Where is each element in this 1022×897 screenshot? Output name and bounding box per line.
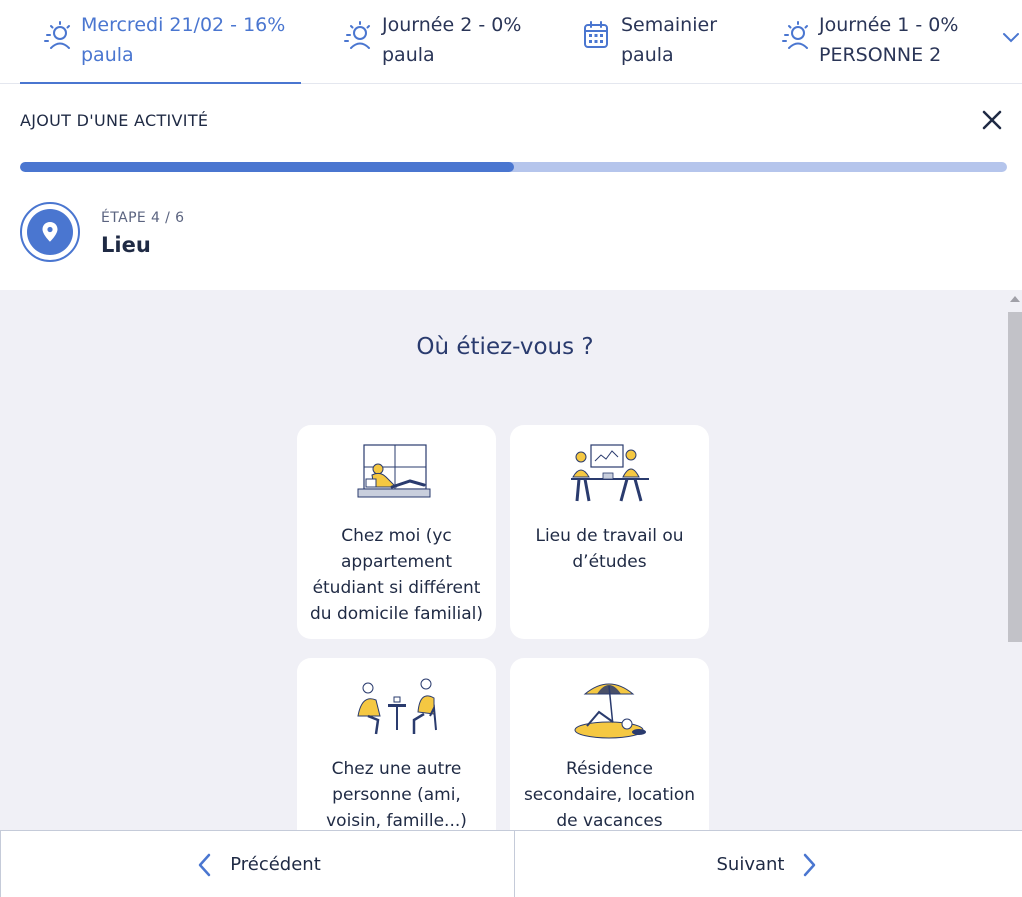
chevron-down-icon[interactable] xyxy=(1000,24,1022,52)
tab-journee-1[interactable]: Journée 1 - 0% PERSONNE 2 xyxy=(778,0,993,84)
progress-bar xyxy=(20,162,1007,172)
tab-label: Journée 1 - 0% PERSONNE 2 xyxy=(819,10,958,70)
home-illustration xyxy=(357,444,431,498)
next-label: Suivant xyxy=(716,854,785,875)
tab-journee-2[interactable]: Journée 2 - 0% paula xyxy=(340,0,560,84)
chevron-right-icon xyxy=(804,853,816,876)
option-card-vacation[interactable]: Résidence secondaire, location de vacanc… xyxy=(510,658,709,830)
option-label: Chez moi (yc appartement étudiant si dif… xyxy=(309,526,483,624)
sun-person-icon xyxy=(44,21,70,49)
option-label: Résidence secondaire, location de vacanc… xyxy=(523,759,696,830)
close-icon[interactable] xyxy=(978,106,1006,134)
tab-person: paula xyxy=(382,44,435,66)
tab-title: Semainier xyxy=(621,14,718,36)
option-label: Lieu de travail ou d’études xyxy=(535,526,684,572)
option-label: Chez une autre personne (ami, voisin, fa… xyxy=(326,759,467,830)
tab-title: Journée 1 - 0% xyxy=(819,14,959,36)
previous-button[interactable]: Précédent xyxy=(0,831,514,897)
scrollbar[interactable] xyxy=(1008,290,1022,830)
vacation-illustration xyxy=(574,683,646,739)
content-area: Où étiez-vous ? Chez moi (yc appartement… xyxy=(0,290,1022,830)
calendar-icon xyxy=(584,21,608,48)
tab-label: Mercredi 21/02 - 16% paula xyxy=(81,10,285,70)
tab-title: Mercredi 21/02 - 16% xyxy=(81,14,286,36)
option-card-other-person[interactable]: Chez une autre personne (ami, voisin, fa… xyxy=(297,658,496,830)
workplace-illustration xyxy=(571,444,649,502)
day-tabs: Mercredi 21/02 - 16% paula Journée 2 - 0… xyxy=(0,0,1022,84)
sun-person-icon xyxy=(344,21,370,49)
tab-semainier[interactable]: Semainier paula xyxy=(582,0,762,84)
previous-label: Précédent xyxy=(230,854,321,875)
tab-person: paula xyxy=(81,44,134,66)
scroll-thumb[interactable] xyxy=(1008,312,1022,642)
tab-person: paula xyxy=(621,44,674,66)
friends-illustration xyxy=(357,678,437,735)
page-title: AJOUT D'UNE ACTIVITÉ xyxy=(20,111,209,130)
step-badge xyxy=(20,202,80,262)
step-title: Lieu xyxy=(101,233,151,257)
progress-fill xyxy=(20,162,514,172)
scroll-up-arrow-icon[interactable] xyxy=(1010,296,1020,302)
next-button[interactable]: Suivant xyxy=(514,831,1022,897)
tab-person: PERSONNE 2 xyxy=(819,44,942,66)
footer-navigation: Précédent Suivant xyxy=(0,830,1022,897)
option-card-home[interactable]: Chez moi (yc appartement étudiant si dif… xyxy=(297,425,496,639)
chevron-left-icon xyxy=(198,853,211,876)
sun-person-icon xyxy=(782,21,808,49)
step-counter: ÉTAPE 4 / 6 xyxy=(101,210,185,226)
tab-mercredi[interactable]: Mercredi 21/02 - 16% paula xyxy=(20,0,301,84)
tab-label: Semainier paula xyxy=(621,10,717,70)
option-card-workplace[interactable]: Lieu de travail ou d’études xyxy=(510,425,709,639)
active-tab-indicator xyxy=(20,82,301,84)
location-pin-icon xyxy=(42,222,58,242)
tab-title: Journée 2 - 0% xyxy=(382,14,522,36)
tab-label: Journée 2 - 0% paula xyxy=(382,10,521,70)
question-title: Où étiez-vous ? xyxy=(416,334,594,360)
